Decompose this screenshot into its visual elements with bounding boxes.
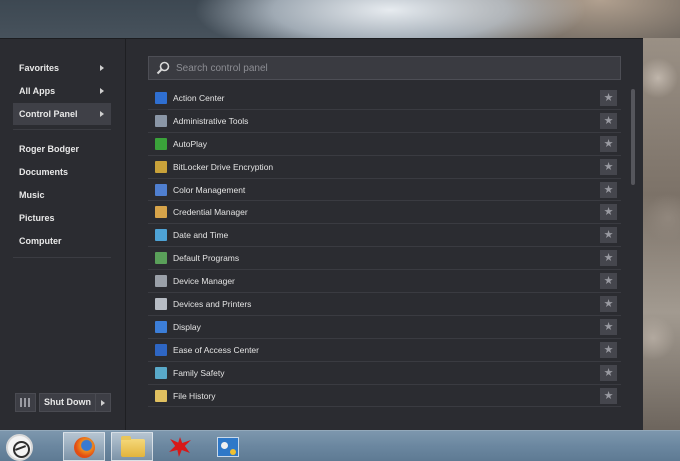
favorite-star-icon[interactable]: ★ bbox=[600, 250, 617, 267]
favorite-star-icon[interactable]: ★ bbox=[600, 181, 617, 198]
start-menu: Favorites All Apps Control Panel Roger B… bbox=[0, 38, 643, 430]
control-panel-item-label: Device Manager bbox=[173, 276, 235, 287]
admin-tools-icon bbox=[155, 114, 167, 127]
file-explorer-icon bbox=[121, 436, 145, 457]
favorite-star-icon[interactable]: ★ bbox=[600, 158, 617, 175]
control-panel-item[interactable]: Devices and Printers ★ bbox=[148, 293, 621, 316]
favorite-star-icon[interactable]: ★ bbox=[600, 135, 617, 152]
control-panel-item-label: Administrative Tools bbox=[173, 115, 249, 126]
clock-icon bbox=[155, 229, 167, 242]
control-panel-item-label: Display bbox=[173, 321, 201, 332]
control-panel-item-label: Default Programs bbox=[173, 253, 240, 264]
taskbar-firefox-button[interactable] bbox=[63, 432, 105, 461]
list-scrollbar[interactable] bbox=[631, 89, 635, 185]
search-icon bbox=[156, 61, 170, 75]
control-panel-item[interactable]: Family Safety ★ bbox=[148, 362, 621, 385]
chevron-right-icon bbox=[100, 111, 104, 117]
credential-icon bbox=[155, 206, 167, 219]
autoplay-icon bbox=[155, 137, 167, 150]
control-panel-item[interactable]: Administrative Tools ★ bbox=[148, 110, 621, 133]
favorite-star-icon[interactable]: ★ bbox=[600, 112, 617, 129]
color-management-icon bbox=[155, 183, 167, 196]
control-panel-item[interactable]: Color Management ★ bbox=[148, 179, 621, 202]
all-apps-grid-button[interactable] bbox=[15, 393, 36, 412]
favorite-star-icon[interactable]: ★ bbox=[600, 387, 617, 404]
nav-divider bbox=[13, 129, 111, 130]
link-documents[interactable]: Documents bbox=[13, 162, 111, 182]
file-history-icon bbox=[155, 389, 167, 402]
favorite-star-icon[interactable]: ★ bbox=[600, 227, 617, 244]
control-panel-item-label: Devices and Printers bbox=[173, 299, 252, 310]
display-icon bbox=[155, 320, 167, 333]
control-panel-item-label: File History bbox=[173, 390, 216, 401]
control-panel-item-label: Color Management bbox=[173, 184, 246, 195]
link-user[interactable]: Roger Bodger bbox=[13, 139, 111, 159]
taskbar-control-panel-button[interactable] bbox=[207, 432, 249, 461]
desktop-wallpaper-right bbox=[643, 38, 680, 430]
printer-icon bbox=[155, 298, 167, 311]
link-music[interactable]: Music bbox=[13, 185, 111, 205]
nav-control-panel-label: Control Panel bbox=[19, 109, 78, 119]
grid-icon bbox=[20, 398, 31, 407]
nav-favorites-label: Favorites bbox=[19, 63, 60, 73]
favorite-star-icon[interactable]: ★ bbox=[600, 364, 617, 381]
control-panel-icon bbox=[217, 437, 239, 457]
control-panel-item[interactable]: BitLocker Drive Encryption ★ bbox=[148, 156, 621, 179]
control-panel-item-label: Date and Time bbox=[173, 230, 229, 241]
taskbar-splat-app-button[interactable] bbox=[159, 432, 201, 461]
control-panel-item[interactable]: File History ★ bbox=[148, 385, 621, 408]
link-pictures[interactable]: Pictures bbox=[13, 208, 111, 228]
favorite-star-icon[interactable]: ★ bbox=[600, 273, 617, 290]
control-panel-item-label: BitLocker Drive Encryption bbox=[173, 161, 274, 172]
nav-all-apps[interactable]: All Apps bbox=[13, 80, 111, 102]
control-panel-item-label: Credential Manager bbox=[173, 207, 248, 218]
control-panel-item[interactable]: Ease of Access Center ★ bbox=[148, 339, 621, 362]
control-panel-item[interactable]: Date and Time ★ bbox=[148, 224, 621, 248]
control-panel-item[interactable]: Device Manager ★ bbox=[148, 270, 621, 294]
default-programs-icon bbox=[155, 252, 167, 265]
control-panel-item[interactable]: Credential Manager ★ bbox=[148, 201, 621, 225]
chevron-right-icon bbox=[100, 88, 104, 94]
favorite-star-icon[interactable]: ★ bbox=[600, 204, 617, 221]
control-panel-list: Action Center ★ Administrative Tools ★ AutoP… bbox=[148, 87, 621, 409]
control-panel-item[interactable]: Default Programs ★ bbox=[148, 247, 621, 271]
favorite-star-icon[interactable]: ★ bbox=[600, 90, 617, 106]
favorite-star-icon[interactable]: ★ bbox=[600, 296, 617, 313]
shutdown-options-button[interactable] bbox=[96, 393, 111, 412]
bitlocker-icon bbox=[155, 160, 167, 173]
favorite-star-icon[interactable]: ★ bbox=[600, 341, 617, 358]
start-button[interactable] bbox=[6, 434, 33, 461]
ease-of-access-icon bbox=[155, 343, 167, 356]
control-panel-item[interactable]: Display ★ bbox=[148, 316, 621, 339]
splat-app-icon bbox=[169, 437, 191, 457]
nav-control-panel[interactable]: Control Panel bbox=[13, 103, 111, 125]
control-panel-item-label: Family Safety bbox=[173, 367, 225, 378]
nav-divider bbox=[13, 257, 111, 258]
control-panel-item[interactable]: AutoPlay ★ bbox=[148, 133, 621, 156]
taskbar bbox=[0, 430, 680, 461]
control-panel-item-label: Ease of Access Center bbox=[173, 344, 259, 355]
flag-icon bbox=[155, 92, 167, 104]
nav-all-apps-label: All Apps bbox=[19, 86, 56, 96]
nav-favorites[interactable]: Favorites bbox=[13, 57, 111, 79]
start-menu-left-pane: Favorites All Apps Control Panel Roger B… bbox=[0, 39, 126, 430]
shutdown-button[interactable]: Shut Down bbox=[39, 393, 96, 412]
control-panel-item-label: Action Center bbox=[173, 93, 225, 103]
favorite-star-icon[interactable]: ★ bbox=[600, 318, 617, 335]
taskbar-file-explorer-button[interactable] bbox=[111, 432, 153, 461]
chevron-right-icon bbox=[100, 65, 104, 71]
control-panel-item-label: AutoPlay bbox=[173, 138, 208, 149]
search-input[interactable] bbox=[176, 57, 606, 79]
device-manager-icon bbox=[155, 275, 167, 288]
firefox-icon bbox=[74, 437, 95, 458]
control-panel-item[interactable]: Action Center ★ bbox=[148, 87, 621, 110]
link-computer[interactable]: Computer bbox=[13, 231, 111, 251]
search-box[interactable] bbox=[148, 56, 621, 80]
family-safety-icon bbox=[155, 366, 167, 379]
